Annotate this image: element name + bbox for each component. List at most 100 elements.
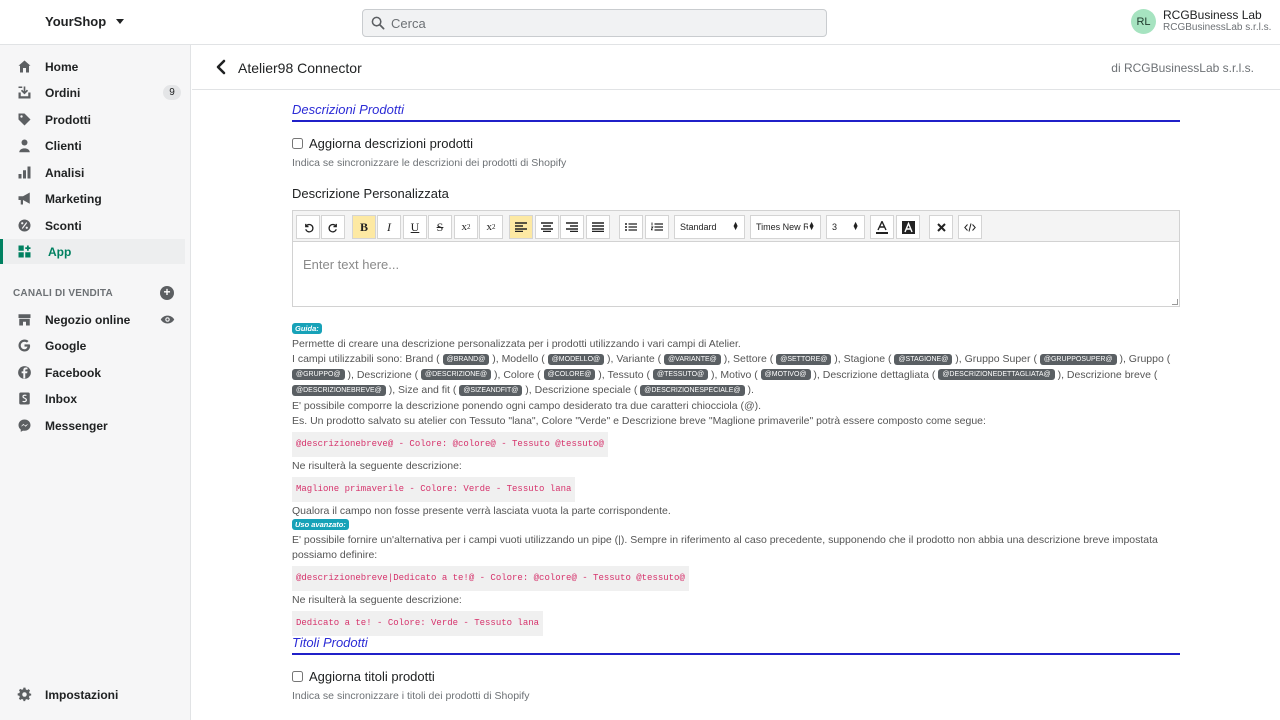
store-icon	[18, 314, 31, 326]
select-arrows-icon: ▲ ▼	[732, 221, 739, 232]
user-company: RCGBusinessLab s.r.l.s.	[1163, 22, 1272, 33]
sidebar-item-online-store[interactable]: Negozio online	[0, 307, 185, 332]
redo-button[interactable]	[321, 215, 345, 239]
sidebar-item-label: Marketing	[45, 191, 102, 206]
field-code-pill: @MODELLO@	[547, 353, 605, 365]
italic-button[interactable]: I	[377, 215, 401, 239]
align-right-button[interactable]	[560, 215, 584, 239]
sidebar-item-discounts[interactable]: Sconti	[0, 213, 185, 238]
source-code-button[interactable]	[958, 215, 982, 239]
search-input[interactable]	[391, 15, 791, 31]
sidebar-item-customers[interactable]: Clienti	[0, 133, 185, 158]
field-code-pill: @SETTORE@	[776, 353, 832, 365]
advanced-guide-block: Uso avanzato: E' possibile fornire un'al…	[292, 517, 1180, 638]
search-bar[interactable]	[362, 9, 827, 37]
font-size-select[interactable]: 3 ▲ ▼	[826, 215, 865, 239]
sidebar-item-apps[interactable]: App	[0, 239, 185, 264]
shop-switcher[interactable]: YourShop	[45, 14, 125, 29]
format-select[interactable]: Standard ▲ ▼	[674, 215, 745, 239]
user-menu[interactable]: RL RCGBusiness Lab RCGBusinessLab s.r.l.…	[1131, 9, 1271, 34]
field-code-pill: @GRUPPOSUPER@	[1039, 353, 1117, 365]
section-title-titles: Titoli Prodotti	[292, 635, 1180, 655]
field-code-pill: @DESCRIZIONE@	[421, 369, 492, 381]
field-code-pill: @GRUPPO@	[292, 369, 345, 381]
sidebar-item-inbox[interactable]: Inbox	[0, 386, 185, 411]
align-justify-button[interactable]	[586, 215, 610, 239]
chevron-left-icon[interactable]	[214, 59, 228, 75]
megaphone-icon	[18, 192, 30, 205]
app-header: Atelier98 Connector di RCGBusinessLab s.…	[192, 46, 1280, 90]
superscript-button[interactable]: x2	[479, 215, 503, 239]
bold-button[interactable]: B	[352, 215, 376, 239]
sidebar-item-label: Sconti	[45, 218, 82, 233]
caret-down-icon	[116, 19, 125, 24]
underline-button[interactable]: U	[403, 215, 427, 239]
sidebar-item-marketing[interactable]: Marketing	[0, 186, 185, 211]
eye-icon[interactable]	[160, 312, 175, 327]
app-title: Atelier98 Connector	[238, 60, 362, 76]
field-code-pill: @STAGIONE@	[894, 353, 953, 365]
custom-description-label: Descrizione Personalizzata	[292, 186, 449, 201]
checkbox-help-text: Indica se sincronizzare i titoli dei pro…	[292, 690, 530, 702]
sidebar-item-orders[interactable]: Ordini 9	[0, 80, 185, 105]
clear-format-button[interactable]	[929, 215, 953, 239]
undo-button[interactable]	[296, 215, 320, 239]
sidebar-item-google[interactable]: Google	[0, 333, 185, 358]
guide-tag: Guida:	[292, 323, 322, 334]
field-code-pill: @SIZEANDFIT@	[459, 384, 523, 396]
sidebar-item-label: Messenger	[45, 418, 108, 433]
person-icon	[19, 139, 30, 153]
field-label: Descrizione	[356, 368, 412, 381]
field-label: Tessuto	[607, 368, 644, 381]
sidebar-item-label: Ordini	[45, 85, 81, 100]
text-color-button[interactable]	[870, 215, 894, 239]
home-icon	[18, 60, 31, 73]
sidebar-item-settings[interactable]: Impostazioni	[0, 682, 185, 707]
align-left-icon	[515, 222, 527, 232]
editor-placeholder: Enter text here...	[303, 257, 400, 272]
code-example: Maglione primaverile - Colore: Verde - T…	[292, 476, 576, 502]
strikethrough-button[interactable]: S	[428, 215, 452, 239]
sidebar-item-messenger[interactable]: Messenger	[0, 413, 185, 438]
sidebar-item-home[interactable]: Home	[0, 54, 185, 79]
subscript-button[interactable]: x2	[454, 215, 478, 239]
add-channel-button[interactable]: +	[160, 286, 174, 300]
numbered-list-button[interactable]	[645, 215, 669, 239]
update-descriptions-checkbox[interactable]	[292, 138, 303, 149]
sidebar-item-label: Prodotti	[45, 112, 91, 127]
field-label: Brand	[405, 353, 434, 365]
inbox-icon	[19, 392, 30, 405]
format-select-value: Standard	[680, 222, 717, 232]
bar-chart-icon	[18, 166, 31, 179]
sidebar-item-analytics[interactable]: Analisi	[0, 160, 185, 185]
background-color-button[interactable]	[896, 215, 920, 239]
user-name: RCGBusiness Lab	[1163, 8, 1262, 22]
align-left-button[interactable]	[509, 215, 533, 239]
update-titles-checkbox[interactable]	[292, 671, 303, 682]
avatar: RL	[1131, 9, 1156, 34]
sidebar: Home Ordini 9 Prodotti Clienti Analisi M…	[0, 45, 191, 720]
update-titles-checkbox-row[interactable]: Aggiorna titoli prodotti	[292, 669, 435, 684]
font-select[interactable]: Times New R ▲ ▼	[750, 215, 821, 239]
numbered-list-icon	[651, 222, 663, 231]
field-label: Gruppo Super	[964, 353, 1031, 365]
bullet-list-icon	[625, 223, 637, 231]
resize-handle[interactable]	[1172, 299, 1178, 305]
update-descriptions-checkbox-row[interactable]: Aggiorna descrizioni prodotti	[292, 136, 473, 151]
guide-line: Permette di creare una descrizione perso…	[292, 337, 741, 350]
sidebar-item-label: Google	[45, 338, 87, 353]
editor-content-area[interactable]: Enter text here...	[293, 242, 1179, 306]
facebook-icon	[18, 366, 31, 379]
sidebar-item-products[interactable]: Prodotti	[0, 107, 185, 132]
sidebar-item-label: Home	[45, 59, 79, 74]
checkbox-help-text: Indica se sincronizzare le descrizioni d…	[292, 157, 567, 169]
align-right-icon	[566, 222, 578, 232]
field-label: Stagione	[843, 353, 886, 365]
bullet-list-button[interactable]	[619, 215, 643, 239]
align-center-button[interactable]	[535, 215, 559, 239]
background-color-icon	[901, 220, 915, 234]
sidebar-item-facebook[interactable]: Facebook	[0, 360, 185, 385]
editor-toolbar: B I U S x2 x2 Standard ▲ ▼ Times New R ▲ ▼ 3…	[293, 211, 1179, 242]
field-code-pill: @VARIANTE@	[664, 353, 721, 365]
checkbox-label: Aggiorna titoli prodotti	[309, 669, 435, 684]
